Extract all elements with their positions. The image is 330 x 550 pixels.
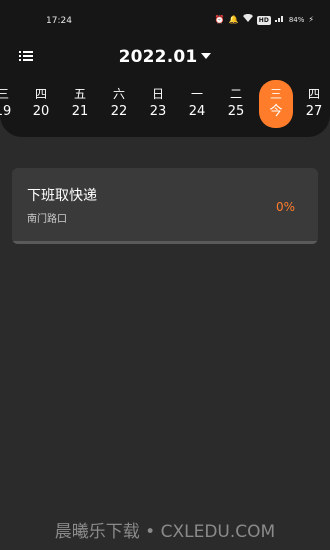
header-panel: 17:24 ⏰ 🔔 HD 84% ⚡ 2022.01 三 19 — [0, 0, 330, 137]
status-icons: ⏰ 🔔 HD 84% ⚡ — [214, 13, 314, 26]
day-date: 27 — [305, 104, 323, 119]
day-item[interactable]: 四 27 — [297, 80, 330, 128]
week-strip: 三 19 四 20 五 21 六 22 日 23 一 24 二 25 三 今 — [0, 80, 330, 128]
day-weekday: 日 — [151, 87, 164, 101]
day-weekday: 五 — [73, 87, 86, 101]
day-weekday: 二 — [229, 87, 242, 101]
charging-icon: ⚡ — [308, 15, 314, 24]
day-item-today[interactable]: 三 今 — [259, 80, 293, 128]
day-date: 今 — [269, 104, 283, 119]
month-selector[interactable]: 2022.01 — [0, 47, 330, 67]
day-item[interactable]: 三 19 — [0, 80, 20, 128]
day-weekday: 三 — [269, 87, 282, 101]
day-date: 23 — [149, 104, 167, 119]
task-progress-bar — [12, 241, 318, 244]
day-item[interactable]: 一 24 — [180, 80, 214, 128]
battery-percent: 84% — [288, 16, 305, 24]
caret-down-icon[interactable] — [201, 53, 212, 59]
hd-icon: HD — [256, 15, 271, 25]
day-date: 25 — [227, 104, 245, 119]
day-item[interactable]: 六 22 — [102, 80, 136, 128]
day-weekday: 三 — [0, 87, 9, 101]
signal-icon — [274, 14, 285, 26]
day-item[interactable]: 五 21 — [63, 80, 97, 128]
day-item[interactable]: 二 25 — [219, 80, 253, 128]
day-weekday: 四 — [307, 87, 320, 101]
day-weekday: 四 — [34, 87, 47, 101]
day-weekday: 一 — [190, 87, 203, 101]
task-card[interactable]: 下班取快递 南门路口 0% — [12, 168, 318, 244]
day-date: 22 — [110, 104, 128, 119]
watermark: 晨曦乐下载 • CXLEDU.COM — [54, 522, 276, 542]
day-date: 21 — [71, 104, 89, 119]
wifi-icon — [242, 13, 253, 26]
task-percent: 0% — [275, 200, 295, 214]
alarm-icon: ⏰ — [214, 15, 225, 24]
status-bar: 17:24 ⏰ 🔔 HD 84% ⚡ — [0, 0, 330, 42]
day-item[interactable]: 四 20 — [24, 80, 58, 128]
month-title[interactable]: 2022.01 — [119, 47, 198, 67]
day-date: 19 — [0, 104, 12, 119]
task-location: 南门路口 — [27, 214, 67, 225]
task-title: 下班取快递 — [27, 188, 97, 204]
bell-icon: 🔔 — [228, 15, 239, 24]
status-time: 17:24 — [46, 16, 72, 26]
day-weekday: 六 — [112, 87, 125, 101]
day-date: 24 — [188, 104, 206, 119]
day-item[interactable]: 日 23 — [141, 80, 175, 128]
day-date: 20 — [32, 104, 50, 119]
